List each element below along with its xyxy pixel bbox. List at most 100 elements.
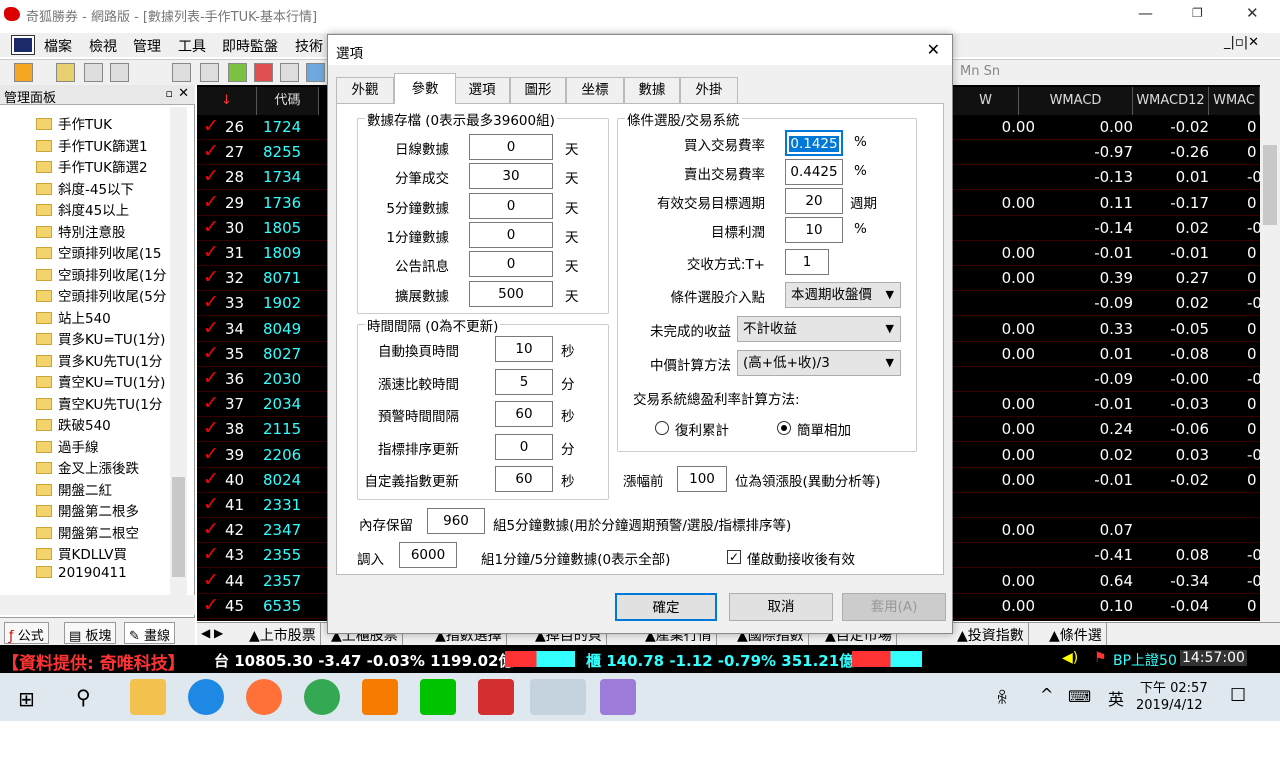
bar-chart-icon[interactable] (228, 63, 247, 82)
diamond-app-icon[interactable] (478, 679, 514, 715)
ie-icon[interactable] (188, 679, 224, 715)
keyboard-icon[interactable]: ⌨ (1068, 687, 1091, 706)
col-header-wmacd12[interactable]: WMACD12 (1133, 87, 1209, 115)
tree-item[interactable]: 賣空KU=TU(1分) (36, 371, 165, 392)
col-header-index[interactable]: ↓ (197, 87, 257, 115)
col-header-w[interactable]: W (953, 87, 1019, 115)
media-icon[interactable] (362, 679, 398, 715)
col-header-wmacd[interactable]: WMACD (1019, 87, 1133, 115)
col-header-code[interactable]: 代碼 (257, 87, 319, 115)
tree-item[interactable]: 空頭排列收尾(5分 (36, 285, 166, 306)
period-input[interactable]: 20 (785, 188, 843, 214)
market-tab[interactable]: ▲投資指數 (953, 623, 1029, 645)
tree-item[interactable]: 20190411 (36, 565, 127, 586)
load-input[interactable]: 6000 (399, 542, 457, 568)
notification-icon[interactable]: ☐ (1230, 685, 1246, 706)
tab-prev-icon[interactable]: ◀ ▶ (201, 626, 223, 640)
tree-item[interactable]: 空頭排列收尾(1分 (36, 264, 166, 285)
interval-field-input[interactable]: 5 (495, 368, 553, 395)
tree-item[interactable]: 手作TUK (36, 113, 112, 134)
tab-draw[interactable]: ✎ 畫線 (124, 622, 176, 644)
only-after-receive-label[interactable]: 僅啟動接收後有效 (747, 548, 855, 568)
chrome-icon[interactable] (304, 679, 340, 715)
grid-scrollbar[interactable] (1260, 85, 1280, 645)
menu-tech[interactable]: 技術 (295, 36, 323, 56)
mid-select[interactable]: (高+低+收)/3 ▼ (737, 350, 901, 376)
radio-simple[interactable] (777, 421, 791, 435)
storage-field-input[interactable]: 0 (469, 192, 553, 219)
pin-icon[interactable]: ▫ (166, 87, 173, 100)
tree-item[interactable]: 買多KU先TU(1分 (36, 350, 162, 371)
panel-close-icon[interactable]: ✕ (178, 86, 189, 101)
storage-field-input[interactable]: 30 (469, 163, 553, 190)
taskbar-date[interactable]: 2019/4/12 (1136, 698, 1203, 713)
tree-item[interactable]: 特別注意股 (36, 221, 126, 242)
windows-start-icon[interactable]: ⊞ (18, 687, 35, 711)
panel-hscrollbar[interactable] (0, 595, 195, 615)
menu-manage[interactable]: 管理 (133, 36, 161, 56)
restore-icon[interactable]: ❐ (1192, 6, 1203, 20)
arrows-icon[interactable] (110, 63, 129, 82)
tree-item[interactable]: 斜度-45以下 (36, 178, 134, 199)
home-icon[interactable] (14, 63, 33, 82)
interval-field-input[interactable]: 0 (495, 433, 553, 460)
storage-field-input[interactable]: 0 (469, 251, 553, 278)
search-icon[interactable]: ⚲ (76, 685, 91, 709)
file-explorer-icon[interactable] (130, 679, 166, 715)
minimize-icon[interactable]: — (1138, 4, 1153, 22)
tree-item[interactable]: 金叉上漲後跌 (36, 457, 139, 478)
storage-field-input[interactable]: 0 (469, 134, 553, 160)
binoculars2-icon[interactable] (200, 63, 219, 82)
apply-button[interactable]: 套用(A) (842, 593, 946, 621)
close-icon[interactable]: ✕ (1246, 4, 1259, 22)
paint-icon[interactable] (600, 679, 636, 715)
dialog-tab[interactable]: 外觀 (336, 77, 394, 103)
tree-item[interactable]: 手作TUK篩選2 (36, 156, 148, 177)
interval-field-input[interactable]: 60 (495, 466, 553, 492)
ok-button[interactable]: 確定 (615, 593, 717, 621)
col-header-wmac[interactable]: WMAC (1209, 87, 1260, 115)
qihu-app-icon[interactable] (530, 679, 586, 715)
storage-field-input[interactable]: 0 (469, 221, 553, 248)
entry-select[interactable]: 本週期收盤價 ▼ (785, 282, 901, 308)
ime-indicator[interactable]: 英 (1108, 686, 1124, 710)
tree-item[interactable]: 開盤第二根空 (36, 522, 139, 543)
tab-formula[interactable]: ƒ 公式 (4, 622, 49, 644)
taskbar-time[interactable]: 下午 02:57 (1140, 677, 1208, 696)
search-icon[interactable] (306, 63, 325, 82)
settle-input[interactable]: 1 (785, 249, 829, 275)
toolbar-mn-sn[interactable]: Mn Sn (960, 64, 1000, 79)
dialog-tab[interactable]: 外掛 (680, 77, 738, 103)
dialog-tab[interactable]: 參數 (394, 73, 456, 104)
radio-simple-label[interactable]: 簡單相加 (797, 419, 851, 439)
market-tab[interactable]: ▲條件選 (1045, 623, 1107, 645)
market-tab[interactable]: ▲上市股票 (245, 623, 321, 645)
tray-chevron-icon[interactable]: ^ (1040, 685, 1053, 704)
crosshair-icon[interactable] (84, 63, 103, 82)
tab-sector[interactable]: ▤ 板塊 (64, 622, 117, 644)
open-book-icon[interactable] (280, 63, 299, 82)
interval-field-input[interactable]: 60 (495, 401, 553, 427)
tree-item[interactable]: 賣空KU先TU(1分 (36, 393, 162, 414)
grid-scroll-thumb[interactable] (1263, 145, 1277, 225)
tree-item[interactable]: 站上540 (36, 307, 111, 328)
only-after-receive-checkbox[interactable]: ✓ (727, 550, 741, 564)
app-menu-icon[interactable] (11, 35, 35, 55)
dialog-close-icon[interactable]: ✕ (927, 40, 940, 59)
people-icon[interactable]: ꆜ (996, 687, 1009, 708)
rank-input[interactable]: 100 (677, 466, 727, 492)
dialog-tab[interactable]: 數據 (624, 77, 680, 103)
flag-icon[interactable]: ⚑ (1094, 650, 1107, 666)
interval-field-input[interactable]: 10 (495, 336, 553, 362)
menu-file[interactable]: 檔案 (44, 36, 72, 56)
mdi-controls-icon[interactable]: _|▫|✕ (1224, 35, 1259, 50)
chart-icon[interactable] (56, 63, 75, 82)
storage-field-input[interactable]: 500 (469, 280, 553, 307)
cancel-button[interactable]: 取消 (729, 593, 833, 621)
tree-item[interactable]: 手作TUK篩選1 (36, 135, 148, 156)
tree-item[interactable]: 跌破540 (36, 414, 111, 435)
profit-input[interactable]: 10 (785, 217, 843, 243)
speaker-icon[interactable]: ◀) (1062, 650, 1078, 666)
tree-item[interactable]: 空頭排列收尾(15 (36, 242, 161, 263)
unfinished-select[interactable]: 不計收益 ▼ (737, 316, 901, 342)
